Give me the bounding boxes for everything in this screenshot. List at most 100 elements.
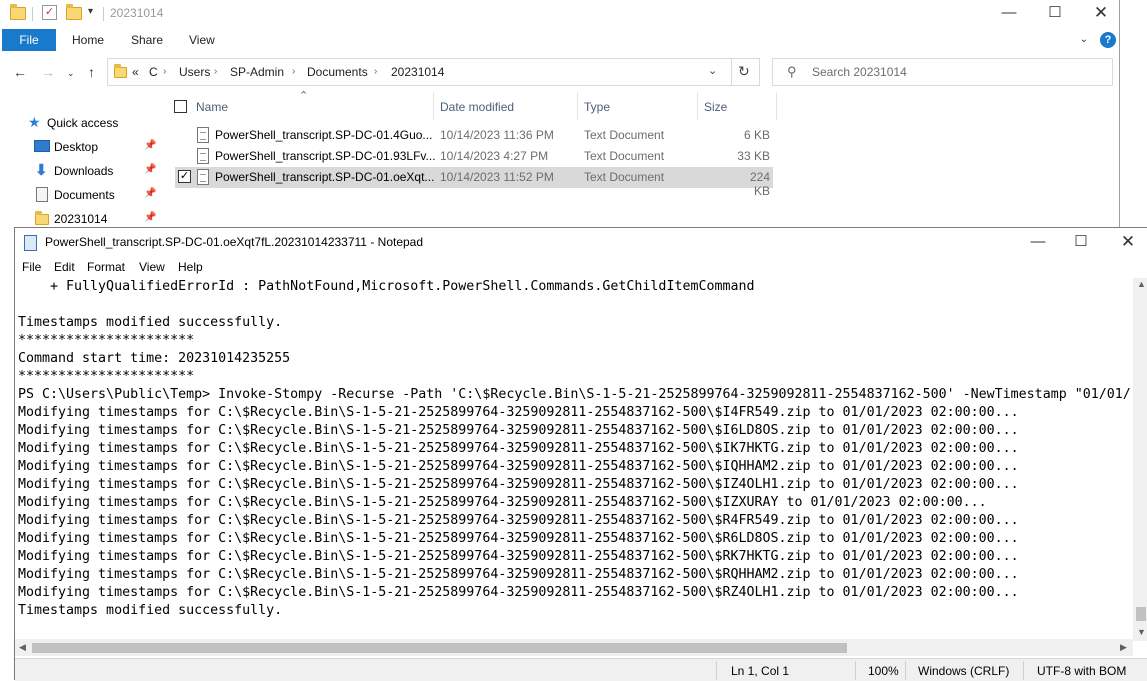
maximize-button[interactable]: ☐ (1032, 0, 1078, 28)
notepad-title: PowerShell_transcript.SP-DC-01.oeXqt7fL.… (45, 235, 424, 249)
sidebar-item-desktop[interactable]: Desktop 📌 (30, 137, 160, 157)
file-size: 224 KB (749, 170, 770, 198)
cursor-position: Ln 1, Col 1 (731, 664, 790, 678)
sidebar-item-label: Downloads (54, 164, 114, 178)
column-header-date-modified[interactable]: Date modified (440, 100, 514, 114)
notepad-window: PowerShell_transcript.SP-DC-01.oeXqt7fL.… (14, 227, 1147, 681)
file-row[interactable]: PowerShell_transcript.SP-DC-01.93LFv... … (175, 146, 773, 167)
scroll-right-icon[interactable]: ▶ (1120, 642, 1127, 653)
menu-help[interactable]: Help (178, 260, 203, 274)
back-arrow-icon[interactable]: ← (13, 64, 27, 80)
explorer-titlebar: ✓ ▾ 20231014 — ☐ ✕ (0, 0, 1120, 28)
breadcrumb-sp-admin[interactable]: SP-Admin (230, 65, 284, 79)
column-header-size[interactable]: Size (704, 100, 727, 114)
window-title: 20231014 (110, 6, 164, 20)
breadcrumb-users[interactable]: Users (179, 65, 210, 79)
file-list: ⌃ Name Date modified Type Size PowerShel… (165, 90, 785, 232)
file-name: PowerShell_transcript.SP-DC-01.4Guo... (215, 128, 433, 142)
breadcrumb-20231014[interactable]: 20231014 (391, 65, 444, 79)
new-folder-icon[interactable] (66, 4, 82, 23)
customize-quick-access-icon[interactable]: ▾ (88, 6, 93, 17)
notepad-titlebar: PowerShell_transcript.SP-DC-01.oeXqt7fL.… (15, 228, 1147, 258)
scroll-thumb[interactable] (32, 643, 847, 653)
scroll-down-icon[interactable]: ▼ (1137, 627, 1146, 637)
text-editor[interactable]: + FullyQualifiedErrorId : PathNotFound,M… (15, 278, 1133, 638)
file-row[interactable]: PowerShell_transcript.SP-DC-01.4Guo... 1… (175, 125, 773, 146)
folder-icon (114, 64, 127, 78)
menu-bar: File Edit Format View Help (15, 258, 1147, 278)
maximize-button[interactable]: ☐ (1058, 228, 1104, 258)
pin-icon[interactable]: 📌 (144, 188, 156, 199)
file-type: Text Document (584, 128, 665, 142)
folder-icon (10, 4, 26, 23)
close-button[interactable]: ✕ (1078, 0, 1124, 28)
address-bar[interactable]: « C › Users › SP-Admin › Documents › 202… (107, 58, 760, 86)
tab-view[interactable]: View (189, 33, 215, 47)
file-type: Text Document (584, 149, 665, 163)
breadcrumb-c[interactable]: C (149, 65, 158, 79)
pin-icon[interactable]: 📌 (144, 212, 156, 223)
breadcrumb-overflow[interactable]: « (132, 65, 139, 79)
encoding: UTF-8 with BOM (1037, 664, 1127, 678)
chevron-right-icon: › (292, 66, 296, 77)
refresh-icon[interactable]: ↻ (738, 63, 750, 80)
horizontal-scrollbar[interactable]: ◀ ▶ (15, 639, 1133, 656)
status-bar: Ln 1, Col 1 100% Windows (CRLF) UTF-8 wi… (15, 658, 1147, 681)
navigation-bar: ← → ⌄ ↑ « C › Users › SP-Admin › Documen… (0, 55, 1120, 89)
column-header-name[interactable]: Name (196, 100, 228, 114)
desktop-icon (34, 140, 50, 152)
breadcrumb-documents[interactable]: Documents (307, 65, 368, 79)
minimize-button[interactable]: — (986, 0, 1032, 28)
recent-locations-icon[interactable]: ⌄ (67, 68, 75, 79)
chevron-down-icon[interactable]: ⌄ (1080, 34, 1088, 45)
close-button[interactable]: ✕ (1105, 228, 1147, 258)
row-checkbox[interactable]: ✓ (178, 170, 191, 183)
chevron-right-icon: › (163, 66, 167, 77)
folder-icon (35, 211, 49, 225)
vertical-scrollbar[interactable]: ▲ ▼ (1133, 278, 1147, 641)
text-document-icon (197, 169, 209, 185)
minimize-button[interactable]: — (1015, 228, 1061, 258)
tab-share[interactable]: Share (131, 33, 163, 47)
file-type: Text Document (584, 170, 665, 184)
help-icon[interactable]: ? (1100, 32, 1116, 48)
search-icon: ⚲ (787, 64, 797, 79)
search-box[interactable]: ⚲ Search 20231014 (772, 58, 1113, 86)
zoom-level: 100% (868, 664, 899, 678)
scroll-up-icon[interactable]: ▲ (1137, 279, 1146, 289)
up-arrow-icon[interactable]: ↑ (88, 64, 95, 80)
download-icon: ⬇ (35, 162, 48, 179)
menu-view[interactable]: View (139, 260, 165, 274)
menu-edit[interactable]: Edit (54, 260, 75, 274)
sidebar-item-downloads[interactable]: ⬇ Downloads 📌 (30, 161, 160, 181)
forward-arrow-icon[interactable]: → (41, 64, 55, 80)
file-date: 10/14/2023 11:36 PM (440, 128, 554, 142)
sidebar-item-label: Quick access (47, 116, 119, 130)
sort-arrow-icon: ⌃ (299, 90, 309, 102)
pin-icon[interactable]: 📌 (144, 164, 156, 175)
file-date: 10/14/2023 11:52 PM (440, 170, 554, 184)
text-document-icon (197, 148, 209, 164)
sidebar-item-label: 20231014 (54, 212, 108, 226)
tab-file[interactable]: File (2, 29, 56, 51)
navigation-pane: ★ Quick access Desktop 📌 ⬇ Downloads 📌 D… (0, 108, 160, 232)
properties-icon[interactable]: ✓ (42, 5, 57, 20)
sidebar-item-20231014[interactable]: 20231014 📌 (30, 209, 160, 229)
tab-home[interactable]: Home (72, 33, 104, 47)
line-ending: Windows (CRLF) (918, 664, 1010, 678)
file-explorer-window: ✓ ▾ 20231014 — ☐ ✕ File Home Share View … (0, 0, 1120, 232)
search-placeholder: Search 20231014 (812, 65, 907, 79)
menu-file[interactable]: File (22, 260, 41, 274)
sidebar-item-documents[interactable]: Documents 📌 (30, 185, 160, 205)
scroll-left-icon[interactable]: ◀ (19, 642, 26, 653)
address-dropdown-icon[interactable]: ⌄ (708, 64, 717, 77)
pin-icon[interactable]: 📌 (144, 140, 156, 151)
select-all-checkbox[interactable] (174, 100, 187, 113)
column-header-type[interactable]: Type (584, 100, 610, 114)
star-icon: ★ (28, 114, 41, 130)
sidebar-item-quick-access[interactable]: ★ Quick access (26, 113, 156, 133)
file-row[interactable]: ✓ PowerShell_transcript.SP-DC-01.oeXqt..… (175, 167, 773, 198)
chevron-right-icon: › (214, 66, 218, 77)
menu-format[interactable]: Format (87, 260, 125, 274)
scroll-thumb[interactable] (1136, 607, 1146, 621)
